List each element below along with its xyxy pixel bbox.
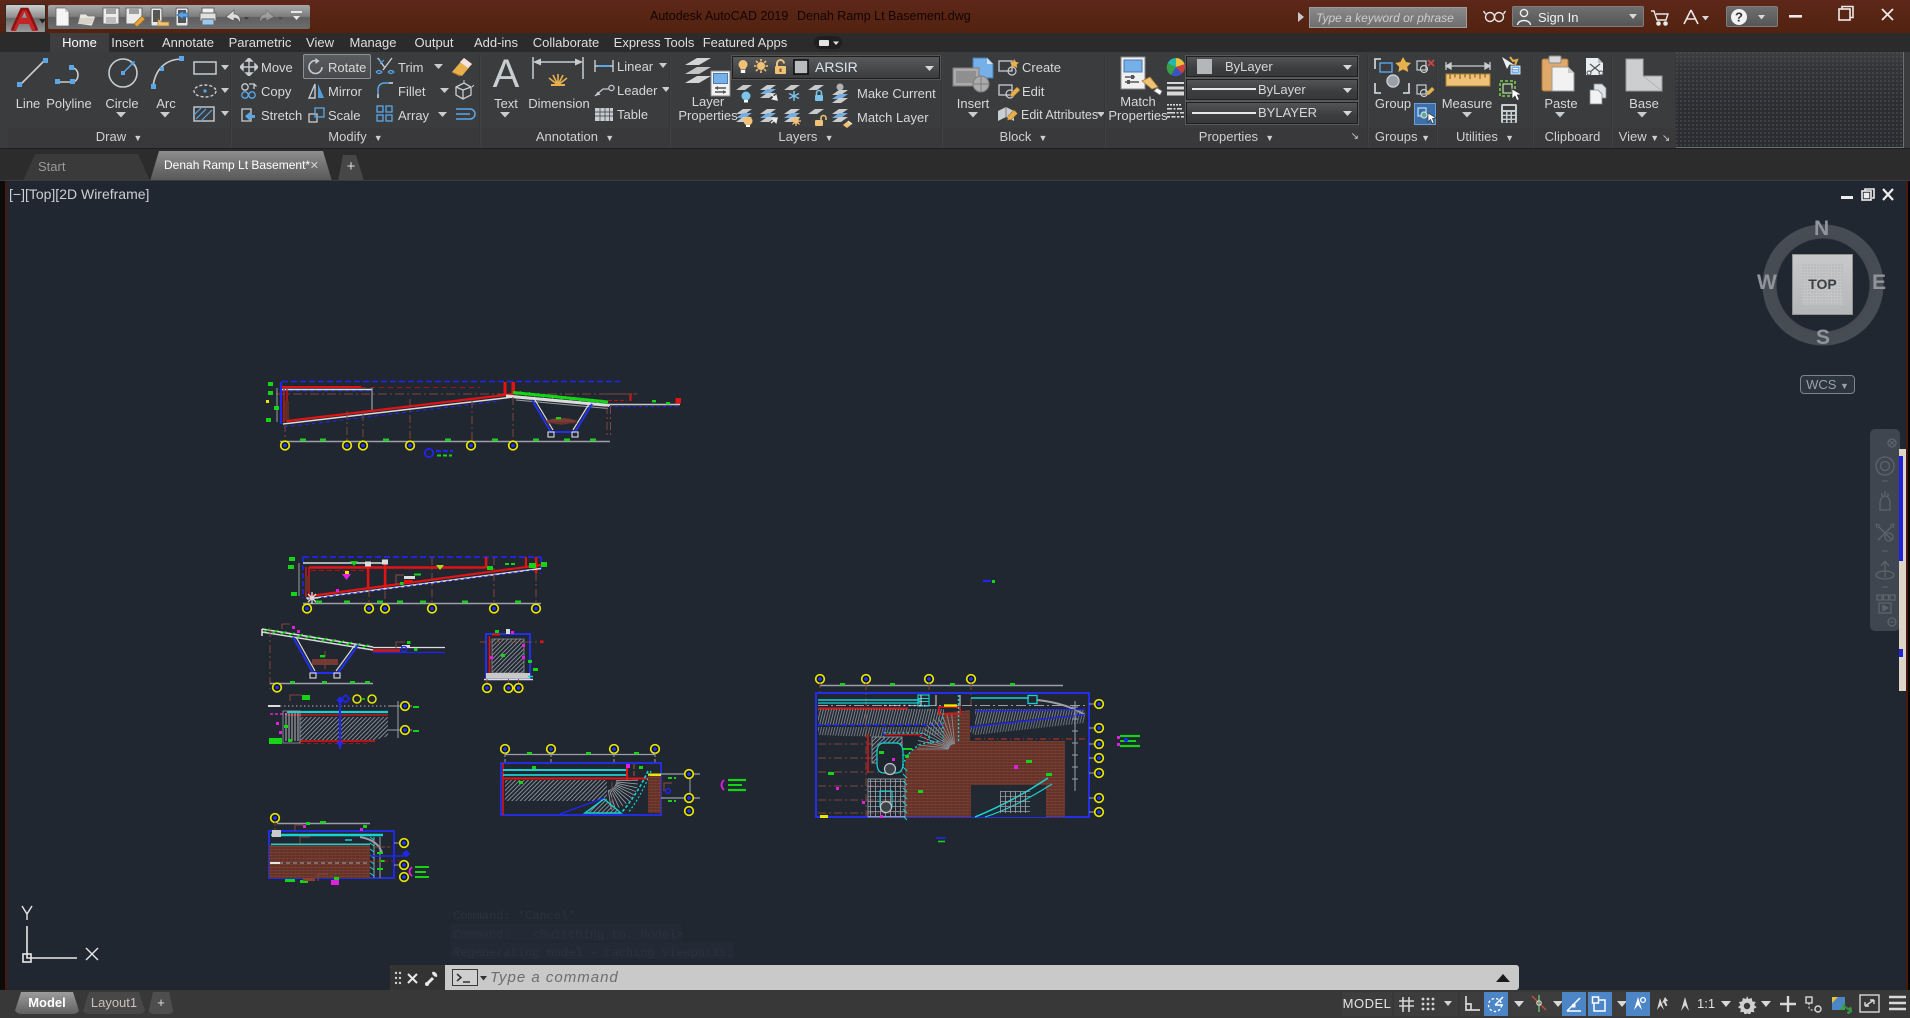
svg-text:A: A [493,54,520,94]
svg-text:?: ? [1735,10,1743,25]
